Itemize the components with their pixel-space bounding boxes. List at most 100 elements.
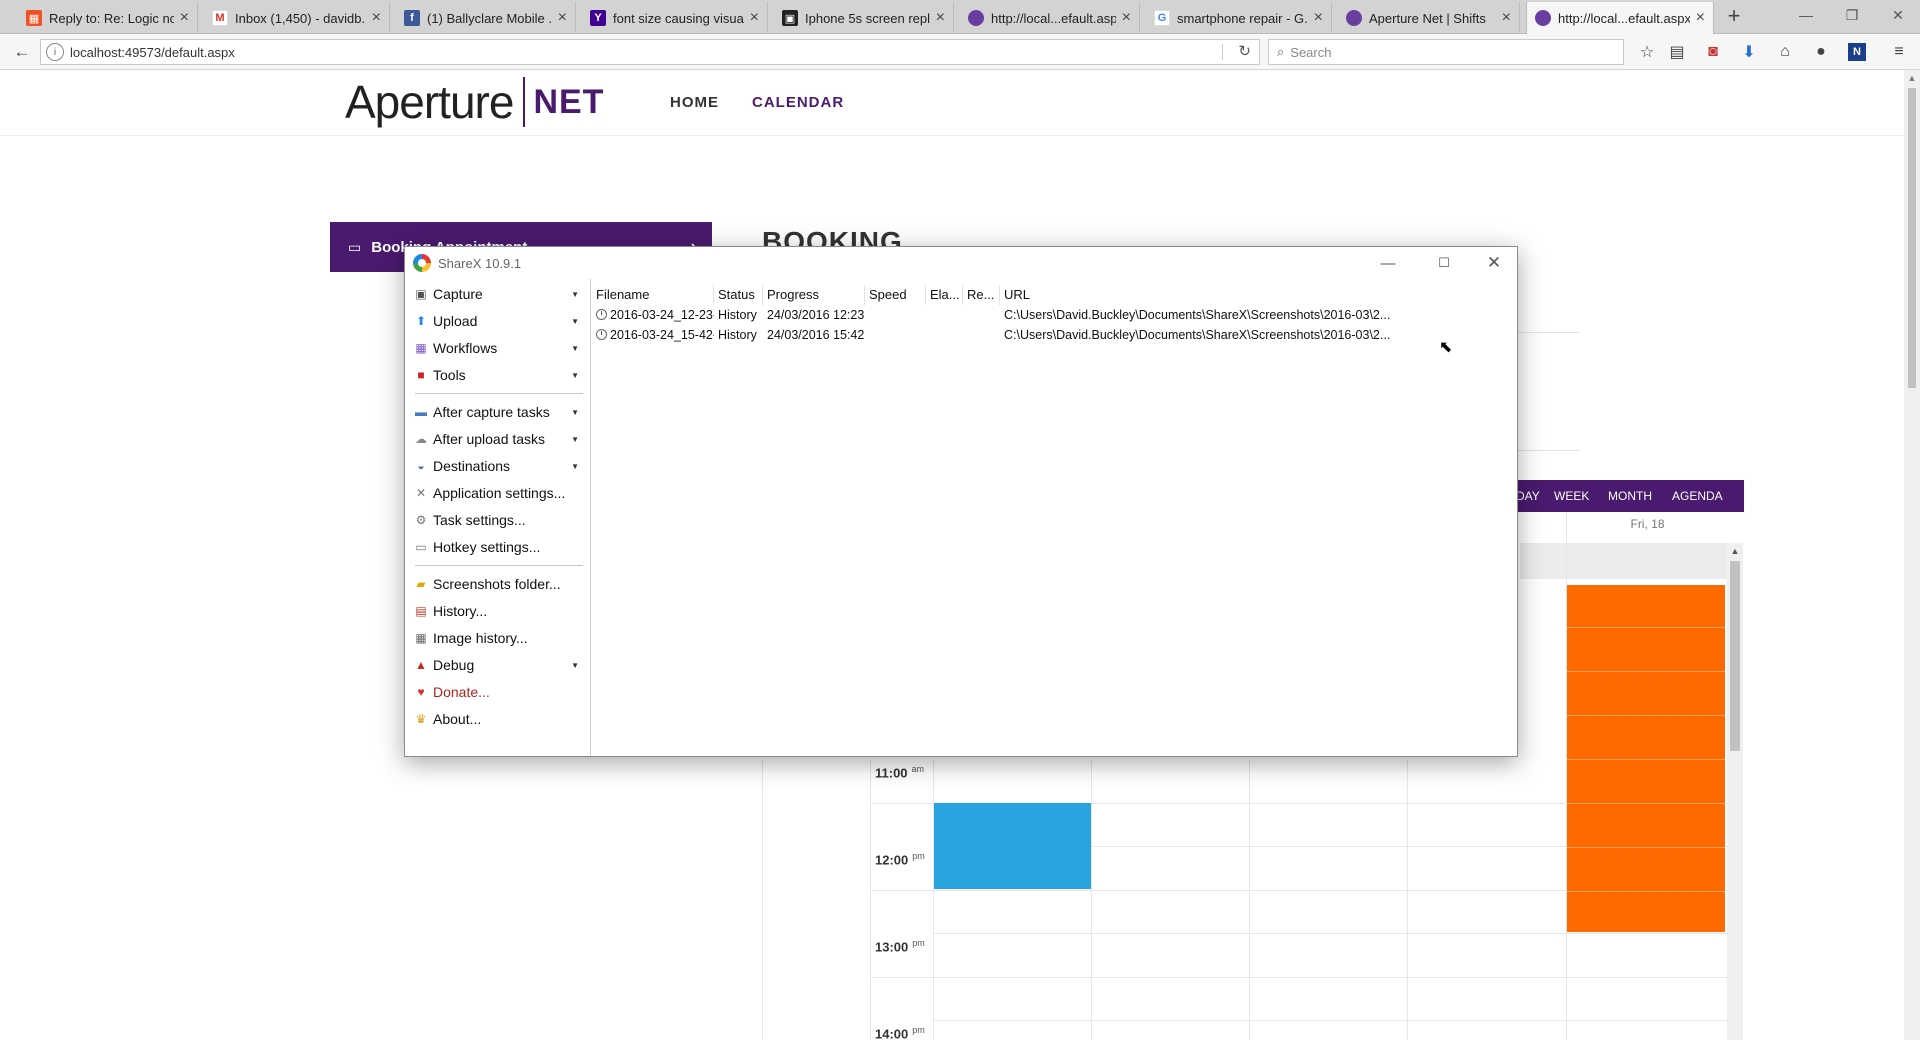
reading-list-icon[interactable]: ▤ [1664, 40, 1690, 64]
close-tab-icon[interactable]: × [936, 9, 945, 27]
menu-application-settings[interactable]: ✕ Application settings... [413, 482, 585, 504]
close-tab-icon[interactable]: × [180, 9, 189, 27]
calendar-event[interactable] [1567, 585, 1725, 932]
browser-tab-active[interactable]: http://local...efault.aspx × [1526, 2, 1714, 34]
url-bar[interactable]: i localhost:49573/default.aspx ↻ [40, 39, 1260, 65]
calendar-scrollbar[interactable]: ▲ [1727, 543, 1743, 1040]
close-button[interactable]: ✕ [1471, 247, 1517, 279]
menu-debug[interactable]: ▲ Debug ▼ [413, 654, 585, 676]
close-tab-icon[interactable]: × [1696, 9, 1705, 27]
column-header-speed[interactable]: Speed [865, 285, 926, 305]
browser-tab[interactable]: Y font size causing visua... × [582, 2, 768, 34]
menu-destinations[interactable]: ◒ Destinations ▼ [413, 455, 585, 477]
menu-after-upload-tasks[interactable]: ☁ After upload tasks ▼ [413, 428, 585, 450]
browser-tab[interactable]: M Inbox (1,450) - davidb... × [204, 2, 390, 34]
close-tab-icon[interactable]: × [1502, 9, 1511, 27]
browser-tab[interactable]: http://local...efault.aspx × [960, 2, 1140, 34]
menu-capture[interactable]: ▣ Capture ▼ [413, 283, 585, 305]
keyboard-icon: ▭ [415, 540, 427, 554]
restore-window-button[interactable]: ❐ [1828, 0, 1876, 30]
clock-icon [596, 329, 607, 340]
tab-title: Iphone 5s screen repl... [805, 10, 930, 26]
table-row[interactable]: 2016-03-24_12-23-2... History 24/03/2016… [592, 305, 1517, 325]
nav-calendar[interactable]: CALENDAR [752, 94, 844, 111]
info-icon[interactable]: i [46, 43, 64, 61]
column-header-progress[interactable]: Progress [763, 285, 865, 305]
close-tab-icon[interactable]: × [750, 9, 759, 27]
browser-tab[interactable]: ▦ Reply to: Re: Logic no... × [18, 2, 198, 34]
close-tab-icon[interactable]: × [558, 9, 567, 27]
site-logo[interactable]: Aperture NET [345, 76, 604, 128]
filename-cell: 2016-03-24_15-42-0... [592, 325, 714, 345]
column-header-remaining[interactable]: Re... [963, 285, 1000, 305]
browser-tab[interactable]: G smartphone repair - G... × [1146, 2, 1332, 34]
column-header-status[interactable]: Status [714, 285, 763, 305]
page-icon: ▣ [782, 10, 798, 26]
menu-tools[interactable]: ■ Tools ▼ [413, 364, 585, 386]
filename-cell: 2016-03-24_12-23-2... [592, 305, 714, 325]
menu-after-capture-tasks[interactable]: ▬ After capture tasks ▼ [413, 401, 585, 423]
column-header-url[interactable]: URL [1000, 285, 1517, 305]
reload-icon[interactable]: ↻ [1238, 42, 1251, 60]
nav-home[interactable]: HOME [670, 94, 719, 111]
close-tab-icon[interactable]: × [372, 9, 381, 27]
destinations-icon: ◒ [417, 459, 425, 473]
logo-suffix: NET [533, 82, 605, 121]
menu-donate[interactable]: ♥ Donate... [413, 681, 585, 703]
menu-screenshots-folder[interactable]: ▰ Screenshots folder... [413, 573, 585, 595]
workflows-icon: ▦ [415, 341, 427, 355]
browser-tab[interactable]: Aperture Net | Shifts × [1338, 2, 1520, 34]
close-tab-icon[interactable]: × [1314, 9, 1323, 27]
menu-task-settings[interactable]: ⚙ Task settings... [413, 509, 585, 531]
column-header-filename[interactable]: Filename [592, 285, 714, 305]
url-divider [1222, 44, 1223, 60]
browser-tab[interactable]: f (1) Ballyclare Mobile ... × [396, 2, 576, 34]
menu-image-history[interactable]: ▦ Image history... [413, 627, 585, 649]
task-list[interactable]: Filename Status Progress Speed Ela... Re… [592, 279, 1517, 756]
back-button[interactable]: ← [8, 38, 36, 66]
new-tab-button[interactable]: + [1720, 0, 1748, 32]
tab-title: Reply to: Re: Logic no... [49, 10, 174, 26]
menu-icon[interactable]: ≡ [1886, 40, 1912, 64]
table-row[interactable]: 2016-03-24_15-42-0... History 24/03/2016… [592, 325, 1517, 345]
view-month-button[interactable]: MONTH [1608, 489, 1652, 503]
tab-title: font size causing visua... [613, 10, 744, 26]
scrollbar-thumb[interactable] [1730, 561, 1740, 751]
browser-nav-bar: ← i localhost:49573/default.aspx ↻ ⌕ Sea… [0, 34, 1920, 70]
url-cell: C:\Users\David.Buckley\Documents\ShareX\… [1004, 308, 1391, 322]
search-icon: ⌕ [1277, 44, 1285, 59]
calendar-event[interactable] [934, 803, 1091, 889]
maximize-button[interactable]: ☐ [1421, 247, 1467, 279]
minimize-button[interactable]: — [1365, 247, 1411, 279]
extension-icon[interactable]: N [1848, 43, 1866, 61]
time-label: 11:00 am [875, 764, 925, 781]
menu-hotkey-settings[interactable]: ▭ Hotkey settings... [413, 536, 585, 558]
tab-title: Aperture Net | Shifts [1369, 10, 1486, 26]
close-window-button[interactable]: ✕ [1874, 0, 1920, 30]
menu-about[interactable]: ♛ About... [413, 708, 585, 730]
chat-icon[interactable]: ● [1808, 40, 1834, 64]
dropdown-arrow-icon: ▼ [571, 370, 579, 380]
search-input[interactable]: ⌕ Search [1268, 39, 1624, 65]
downloads-icon[interactable]: ⬇ [1736, 40, 1762, 64]
pocket-icon[interactable]: ◙ [1700, 40, 1726, 64]
view-agenda-button[interactable]: AGENDA [1672, 489, 1723, 503]
column-header-elapsed[interactable]: Ela... [926, 285, 963, 305]
scroll-up-icon[interactable]: ▲ [1904, 70, 1920, 86]
tab-title: smartphone repair - G... [1177, 10, 1308, 26]
menu-upload[interactable]: ⬆ Upload ▼ [413, 310, 585, 332]
scrollbar-thumb[interactable] [1908, 88, 1916, 388]
minimize-window-button[interactable]: — [1782, 0, 1830, 30]
bookmark-star-icon[interactable]: ☆ [1634, 40, 1660, 64]
menu-history[interactable]: ▤ History... [413, 600, 585, 622]
home-icon[interactable]: ⌂ [1772, 40, 1798, 64]
browser-tab[interactable]: ▣ Iphone 5s screen repl... × [774, 2, 954, 34]
grid-line [762, 760, 763, 1040]
page-scrollbar[interactable]: ▲ [1904, 70, 1920, 1040]
view-week-button[interactable]: WEEK [1554, 489, 1589, 503]
scroll-up-icon[interactable]: ▲ [1727, 543, 1743, 559]
menu-workflows[interactable]: ▦ Workflows ▼ [413, 337, 585, 359]
close-tab-icon[interactable]: × [1122, 9, 1131, 27]
sharex-title-bar[interactable]: ShareX 10.9.1 — ☐ ✕ [405, 247, 1517, 279]
view-day-button[interactable]: DAY [1516, 489, 1540, 503]
